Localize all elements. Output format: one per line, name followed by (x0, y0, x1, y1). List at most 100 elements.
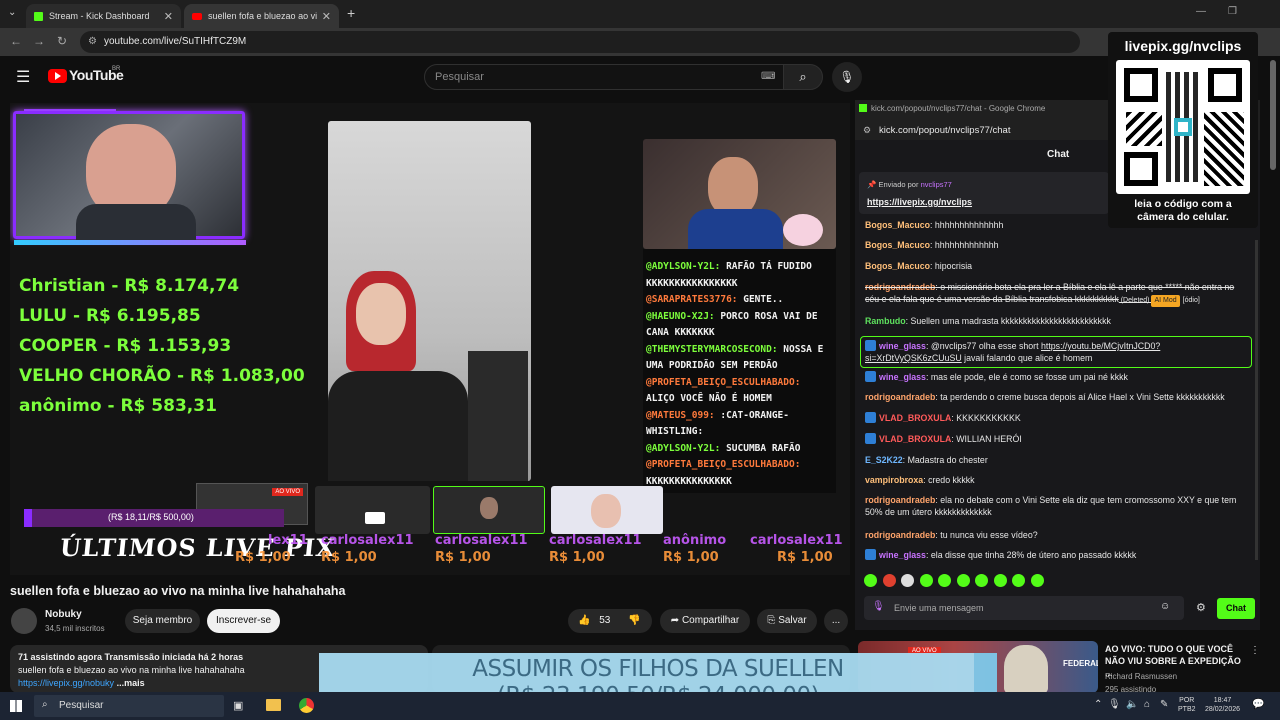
subscribe-button[interactable]: Inscrever-se (207, 609, 280, 633)
voice-search-button[interactable]: 🎙 (832, 62, 862, 92)
emote-icon[interactable] (1012, 574, 1025, 587)
thumbs-down-icon[interactable]: 👎 (628, 609, 640, 633)
emote-icon[interactable] (975, 574, 988, 587)
more-actions-button[interactable]: ... (824, 609, 848, 633)
emote-icon[interactable] (919, 574, 933, 587)
page-scrollbar[interactable] (1270, 60, 1276, 170)
tray-mic-icon[interactable]: 🎙 (1108, 699, 1121, 710)
channel-name[interactable]: Nobuky (45, 609, 82, 620)
emote-icon[interactable] (993, 574, 1007, 587)
stream-chat-lines: @ADYLSON-Y2L: RAFÃO TÁ FUDIDO KKKKKKKKKK… (646, 259, 833, 490)
thumbs-up-icon[interactable]: 👍 (578, 615, 590, 626)
tab-youtube[interactable]: suellen fofa e bluezao ao vi ✕ (184, 4, 339, 28)
chat-username[interactable]: VLAD_BROXULA (879, 434, 951, 444)
microphone-icon[interactable]: 🎙 (872, 601, 885, 612)
tray-chevron-icon[interactable]: ⌃ (1094, 699, 1102, 710)
video-player[interactable]: Christian - R$ 8.174,74 LULU - R$ 6.195,… (10, 103, 850, 575)
chat-username[interactable]: rodrigoandradeb (865, 392, 935, 402)
close-icon[interactable]: ✕ (322, 10, 331, 23)
more-vert-icon[interactable]: ⋮ (1250, 645, 1260, 656)
emote-icon[interactable] (882, 574, 896, 587)
reload-icon[interactable]: ↻ (57, 34, 67, 48)
chat-message: vampirobroxa: credo kkkkk (865, 475, 975, 485)
tab-list-icon[interactable]: ⌄ (8, 7, 16, 18)
site-info-icon[interactable]: ⚙ (88, 31, 97, 53)
keyboard-icon[interactable]: ⌨ (761, 65, 775, 89)
chat-settings-icon[interactable]: ⚙ (1196, 601, 1206, 614)
chrome-icon[interactable] (299, 698, 314, 713)
avatar[interactable] (11, 608, 37, 634)
chat-username[interactable]: E_S2K22 (865, 455, 903, 465)
volume-icon[interactable]: 🔈 (1126, 699, 1138, 710)
keyboard-layout: PTB2 (1178, 706, 1196, 713)
show-more-link[interactable]: ...mais (117, 678, 145, 688)
back-icon[interactable]: ← (10, 34, 22, 48)
menu-icon[interactable]: ☰ (16, 67, 30, 87)
chat-text: hhhhhhhhhhhhh (934, 240, 999, 250)
chat-input-placeholder: Envie uma mensagem (894, 603, 984, 613)
chat-input[interactable]: 🎙 Envie uma mensagem ☺ (864, 596, 1184, 620)
chat-username[interactable]: rodrigoandradeb (865, 495, 935, 505)
livepix-qr-card: livepix.gg/nvclips leia o código com a c… (1108, 32, 1258, 228)
chat-username[interactable]: VLAD_BROXULA (879, 413, 951, 423)
chat-username[interactable]: vampirobroxa (865, 475, 923, 485)
chat-text: @nvclips77 olha esse short (930, 341, 1041, 351)
pen-icon[interactable]: ✎ (1160, 699, 1168, 710)
chat-username[interactable]: Bogos_Macuco (865, 220, 930, 230)
maximize-icon[interactable]: ❐ (1228, 6, 1237, 17)
language-indicator[interactable]: POR PTB2 (1178, 696, 1196, 714)
emote-icon[interactable] (901, 574, 914, 587)
recommended-channel[interactable]: Richard Rasmussen (1105, 672, 1177, 681)
tab-kick-dashboard[interactable]: Stream - Kick Dashboard ✕ (26, 4, 181, 28)
clock[interactable]: 18:47 28/02/2026 (1200, 696, 1245, 714)
chat-username[interactable]: wine_glass (879, 341, 926, 351)
file-explorer-icon[interactable] (266, 699, 281, 711)
emote-icon[interactable] (1030, 574, 1044, 587)
chat-username[interactable]: Bogos_Macuco (865, 240, 930, 250)
forward-icon[interactable]: → (33, 34, 45, 48)
new-tab-button[interactable]: + (347, 5, 355, 21)
minimize-icon[interactable]: — (1196, 6, 1206, 17)
search-input[interactable]: Pesquisar ⌨ (424, 64, 784, 90)
search-icon: ⌕ (799, 69, 807, 84)
chat-username[interactable]: Rambudo (865, 316, 906, 326)
chat-scrollbar[interactable] (1255, 240, 1258, 560)
windows-start-icon[interactable] (10, 700, 22, 712)
clip-thumb (551, 486, 663, 534)
network-icon[interactable]: ⌂ (1144, 699, 1150, 710)
emote-icon[interactable] (956, 574, 970, 587)
chat-username[interactable]: rodrigoandradeb (865, 530, 935, 540)
emoji-icon[interactable]: ☺ (1160, 601, 1170, 612)
streamer-facecam (13, 111, 245, 244)
pinned-link[interactable]: https://livepix.gg/nvclips (867, 197, 972, 207)
browser-tab-bar: ⌄ Stream - Kick Dashboard ✕ suellen fofa… (0, 0, 1280, 28)
chat-message: Rambudo: Suellen uma madrasta kkkkkkkkkk… (865, 316, 1111, 326)
thumb-text: FEDERAL (1063, 659, 1098, 668)
second-guest-cam (643, 139, 836, 249)
search-button[interactable]: ⌕ (783, 64, 823, 90)
join-button[interactable]: Seja membro (125, 609, 200, 633)
chat-text: credo kkkkk (928, 475, 975, 485)
chat-username[interactable]: rodrigoandradeb (865, 282, 935, 292)
close-icon[interactable]: ✕ (164, 10, 173, 23)
chat-username[interactable]: Bogos_Macuco (865, 261, 930, 271)
emote-icon[interactable] (938, 574, 951, 587)
send-chat-button[interactable]: Chat (1217, 598, 1255, 619)
share-button[interactable]: ➦ Compartilhar (660, 609, 750, 633)
clip-thumb (315, 486, 430, 534)
donor-line: COOPER - R$ 1.153,93 (19, 336, 232, 356)
url-field[interactable]: ⚙ youtube.com/live/SuTIHfTCZ9M (80, 31, 1080, 53)
stream-chat-line: @MATEUS_099: :CAT-ORANGE-WHISTLING: (646, 408, 833, 441)
task-view-icon[interactable]: ▣ (233, 699, 243, 712)
chat-username[interactable]: wine_glass (879, 550, 926, 560)
qr-modules (1126, 112, 1162, 146)
clip-thumb (433, 486, 545, 534)
emote-icon[interactable] (864, 574, 877, 587)
youtube-logo-icon[interactable] (48, 69, 67, 83)
notifications-icon[interactable]: 💬 (1252, 699, 1264, 710)
popout-settings-icon[interactable]: ⚙ (863, 125, 871, 136)
chat-username[interactable]: wine_glass (879, 372, 926, 382)
description-link[interactable]: https://livepix.gg/nobuky (18, 678, 114, 688)
taskbar-search[interactable]: ⌕ Pesquisar (34, 695, 224, 717)
save-button[interactable]: ⎘ Salvar (757, 609, 817, 633)
